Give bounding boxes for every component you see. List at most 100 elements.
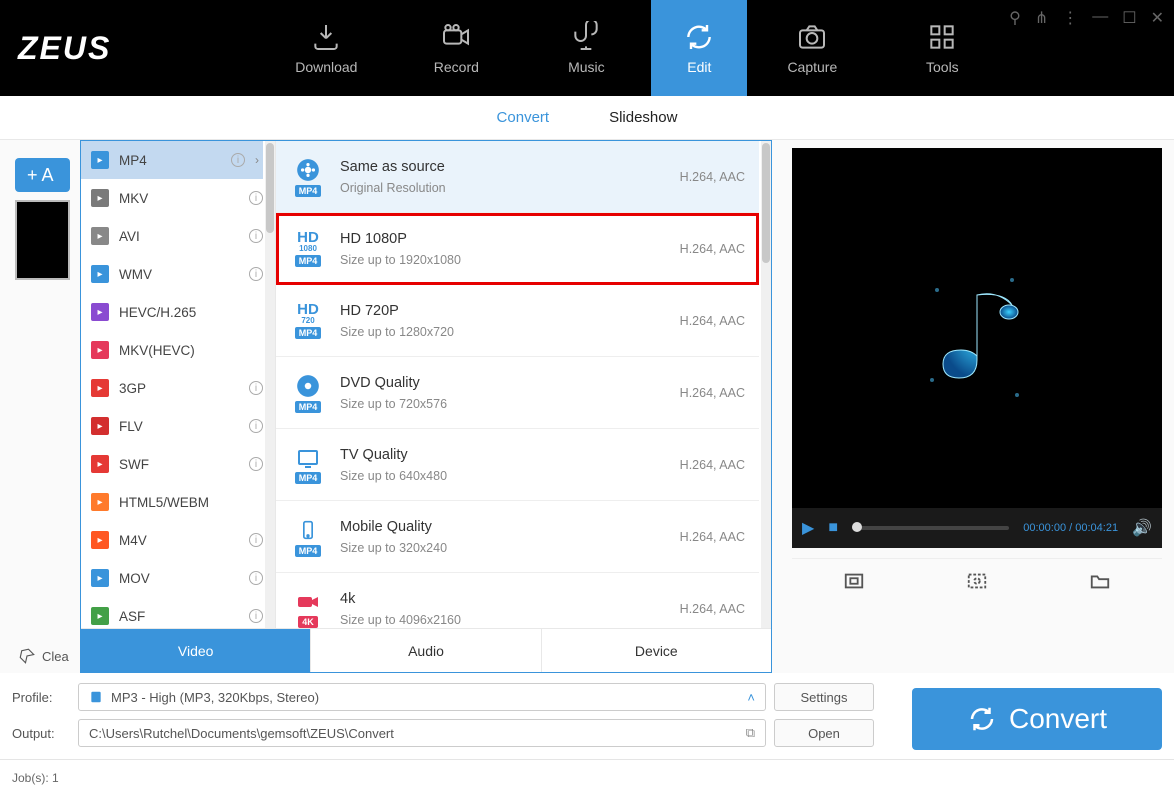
quality-icon: MP4 xyxy=(290,373,326,413)
status-bar: Job(s): 1 xyxy=(0,759,1174,795)
broom-icon xyxy=(18,647,36,665)
quality-hd-720p[interactable]: HD720MP4HD 720PSize up to 1280x720H.264,… xyxy=(276,285,759,357)
info-icon[interactable]: i xyxy=(231,153,245,167)
play-button[interactable]: ▶ xyxy=(802,518,814,538)
dd-tab-audio[interactable]: Audio xyxy=(311,629,541,672)
format-mov[interactable]: ▸MOVi xyxy=(81,559,263,597)
format-icon: ▸ xyxy=(91,607,109,625)
format-icon: ▸ xyxy=(91,151,109,169)
info-icon[interactable]: i xyxy=(249,571,263,585)
scrollbar-thumb[interactable] xyxy=(762,143,770,263)
menu-icon[interactable]: ⋮ xyxy=(1062,8,1078,28)
format-icon: ▸ xyxy=(91,531,109,549)
output-label: Output: xyxy=(12,726,70,741)
format-hevch265[interactable]: ▸HEVC/H.265 xyxy=(81,293,263,331)
video-preview: ▶ ■ 00:00:00 / 00:04:21 🔊 xyxy=(792,148,1162,548)
dd-tab-video[interactable]: Video xyxy=(81,629,311,672)
format-list[interactable]: ▸MP4i›▸MKVi▸AVIi▸WMVi▸HEVC/H.265▸MKV(HEV… xyxy=(81,141,276,628)
quality-icon: HD720MP4 xyxy=(290,301,326,341)
info-icon[interactable]: i xyxy=(249,419,263,433)
format-mkv[interactable]: ▸MKVi xyxy=(81,179,263,217)
search-icon[interactable]: ⚲ xyxy=(1009,8,1021,28)
stop-button[interactable]: ■ xyxy=(828,519,838,537)
format-icon: ▸ xyxy=(91,265,109,283)
close-icon[interactable]: ✕ xyxy=(1151,8,1164,28)
clear-button[interactable]: Clea xyxy=(18,647,69,665)
quality-4k[interactable]: 4K4kSize up to 4096x2160H.264, AAC xyxy=(276,573,759,628)
settings-button[interactable]: Settings xyxy=(774,683,874,711)
info-icon[interactable]: i xyxy=(249,533,263,547)
format-mp4[interactable]: ▸MP4i› xyxy=(81,141,263,179)
nav-tools[interactable]: Tools xyxy=(877,0,1007,96)
quality-icon: MP4 xyxy=(290,445,326,485)
open-button[interactable]: Open xyxy=(774,719,874,747)
time-display: 00:00:00 / 00:04:21 xyxy=(1023,522,1118,534)
add-file-button[interactable]: + A xyxy=(15,158,70,192)
chevron-right-icon: › xyxy=(255,153,259,167)
scrollbar-thumb[interactable] xyxy=(266,143,274,233)
format-icon: ▸ xyxy=(91,379,109,397)
output-path-field[interactable]: C:\Users\Rutchel\Documents\gemsoft\ZEUS\… xyxy=(78,719,766,747)
quality-tv-quality[interactable]: MP4TV QualitySize up to 640x480H.264, AA… xyxy=(276,429,759,501)
music-note-icon xyxy=(917,260,1037,420)
audio-file-icon xyxy=(89,690,103,704)
nav-download[interactable]: Download xyxy=(261,0,391,96)
tab-slideshow[interactable]: Slideshow xyxy=(609,109,677,126)
nav-music[interactable]: Music xyxy=(521,0,651,96)
seek-bar[interactable] xyxy=(852,526,1009,530)
nav-edit[interactable]: Edit xyxy=(651,0,747,96)
quality-icon: 4K xyxy=(290,589,326,629)
info-icon[interactable]: i xyxy=(249,267,263,281)
info-icon[interactable]: i xyxy=(249,191,263,205)
quality-list[interactable]: MP4Same as sourceOriginal ResolutionH.26… xyxy=(276,141,771,628)
format-swf[interactable]: ▸SWFi xyxy=(81,445,263,483)
format-dropdown: ▸ MP4 i › ▸MKVi▸AVIi▸WMVi▸HEVC/H.265▸MKV(HEV… xyxy=(80,140,772,673)
format-icon: ▸ xyxy=(91,455,109,473)
folder-icon[interactable] xyxy=(1088,570,1112,592)
format-asf[interactable]: ▸ASFi xyxy=(81,597,263,628)
nav-record[interactable]: Record xyxy=(391,0,521,96)
format-3gp[interactable]: ▸3GPi xyxy=(81,369,263,407)
format-m4v[interactable]: ▸M4Vi xyxy=(81,521,263,559)
info-icon[interactable]: i xyxy=(249,457,263,471)
refresh-icon xyxy=(967,704,997,734)
maximize-icon[interactable]: ☐ xyxy=(1122,8,1136,28)
volume-icon[interactable]: 🔊 xyxy=(1132,518,1152,538)
dd-tab-device[interactable]: Device xyxy=(542,629,771,672)
quality-hd-1080p[interactable]: HD1080MP4HD 1080PSize up to 1920x1080H.2… xyxy=(276,213,759,285)
format-mkvhevc[interactable]: ▸MKV(HEVC) xyxy=(81,331,263,369)
video-thumbnail[interactable] xyxy=(15,200,70,280)
share-icon[interactable]: ⋔ xyxy=(1035,8,1048,28)
format-icon: ▸ xyxy=(91,227,109,245)
quality-same-as-source[interactable]: MP4Same as sourceOriginal ResolutionH.26… xyxy=(276,141,759,213)
format-icon: ▸ xyxy=(91,417,109,435)
format-wmv[interactable]: ▸WMVi xyxy=(81,255,263,293)
tab-convert[interactable]: Convert xyxy=(497,109,550,126)
info-icon[interactable]: i xyxy=(249,229,263,243)
app-logo: ZEUS xyxy=(18,30,111,67)
quality-mobile-quality[interactable]: MP4Mobile QualitySize up to 320x240H.264… xyxy=(276,501,759,573)
format-icon: ▸ xyxy=(91,569,109,587)
format-avi[interactable]: ▸AVIi xyxy=(81,217,263,255)
info-icon[interactable]: i xyxy=(249,609,263,623)
chevron-up-icon: ˄ xyxy=(747,690,755,705)
format-icon: ▸ xyxy=(91,189,109,207)
quality-dvd-quality[interactable]: MP4DVD QualitySize up to 720x576H.264, A… xyxy=(276,357,759,429)
fullscreen-icon[interactable] xyxy=(842,570,866,592)
format-icon: ▸ xyxy=(91,341,109,359)
format-icon: ▸ xyxy=(91,493,109,511)
format-html5webm[interactable]: ▸HTML5/WEBM xyxy=(81,483,263,521)
nav-capture[interactable]: Capture xyxy=(747,0,877,96)
browse-icon: ⧉ xyxy=(746,725,755,741)
quality-icon: MP4 xyxy=(290,517,326,557)
info-icon[interactable]: i xyxy=(249,381,263,395)
convert-button[interactable]: Convert xyxy=(912,688,1162,750)
minimize-icon[interactable]: — xyxy=(1092,8,1108,28)
quality-icon: MP4 xyxy=(290,157,326,197)
format-icon: ▸ xyxy=(91,303,109,321)
format-flv[interactable]: ▸FLVi xyxy=(81,407,263,445)
quality-icon: HD1080MP4 xyxy=(290,229,326,269)
profile-dropdown[interactable]: MP3 - High (MP3, 320Kbps, Stereo) ˄ xyxy=(78,683,766,711)
snapshot-icon[interactable] xyxy=(965,570,989,592)
profile-label: Profile: xyxy=(12,690,70,705)
